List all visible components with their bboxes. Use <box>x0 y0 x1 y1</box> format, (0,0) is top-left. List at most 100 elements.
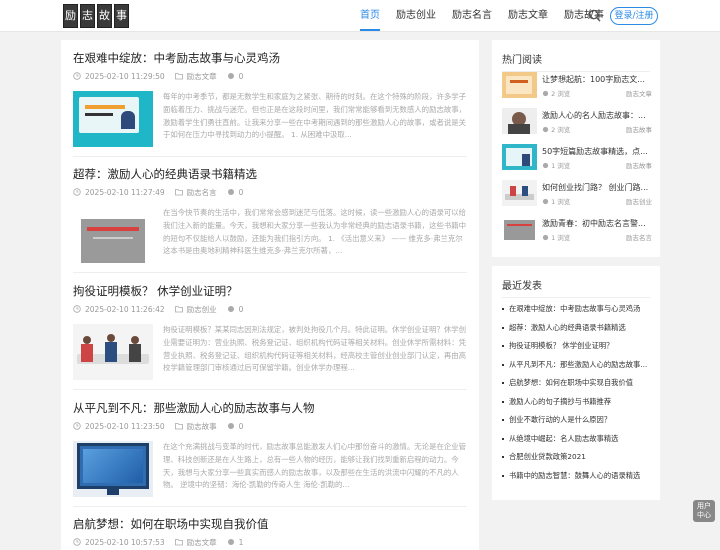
login-register-button[interactable]: 登录/注册 <box>610 7 658 25</box>
hot-item[interactable]: 50字短篇励志故事精选，点... 1 浏览 励志故事 <box>502 144 652 172</box>
article-title[interactable]: 启航梦想：如何在职场中实现自我价值 <box>73 516 467 532</box>
article-item: 超荐：激励人心的经典语录书籍精选 2025-02-10 11:27:49 励志名… <box>73 166 467 271</box>
hot-item[interactable]: 激励人心的名人励志故事：... 2 浏览 励志故事 <box>502 108 652 136</box>
article-meta: 2025-02-10 11:29:50 励志文章 0 <box>73 71 467 81</box>
divider <box>73 156 467 157</box>
logo-char: 故 <box>97 4 112 28</box>
article-excerpt: 在这个充满挑战与变革的时代，励志故事总能激发人们心中那份奋斗的激情。无论是在企业… <box>163 442 467 490</box>
folder-icon <box>174 189 183 196</box>
hot-item-title[interactable]: 激励人心的名人励志故事：... <box>542 110 654 121</box>
article-title[interactable]: 超荐：激励人心的经典语录书籍精选 <box>73 166 467 182</box>
recent-post-link[interactable]: 合肥创业贷款政策2021 <box>502 448 652 467</box>
comment-icon <box>542 90 549 96</box>
article-title[interactable]: 从平凡到不凡：那些激励人心的励志故事与人物 <box>73 400 467 416</box>
article-item: 拘役证明模板？ 休学创业证明？ 2025-02-10 11:26:42 励志创业… <box>73 283 467 388</box>
comment-icon <box>227 539 234 545</box>
logo-char: 志 <box>80 4 95 28</box>
logo-char: 励 <box>63 4 78 28</box>
recent-posts-panel: 最近发表 在艰难中绽放：中考励志故事与心灵鸡汤 超荐：激励人心的经典语录书籍精选… <box>492 266 660 500</box>
hot-item-category[interactable]: 励志文章 <box>626 88 652 98</box>
clock-icon <box>73 188 81 196</box>
recent-post-link[interactable]: 启航梦想：如何在职场中实现自我价值 <box>502 374 652 393</box>
clock-icon <box>73 72 81 80</box>
article-comments[interactable]: 0 <box>227 188 243 197</box>
article-meta: 2025-02-10 11:23:50 励志故事 0 <box>73 421 467 431</box>
hot-item[interactable]: 激励青春：初中励志名言警... 1 浏览 励志名言 <box>502 216 652 244</box>
hot-item-title[interactable]: 让梦想起航：100字励志文... <box>542 74 654 85</box>
hot-item-category[interactable]: 励志故事 <box>626 160 652 170</box>
nav-home[interactable]: 首页 <box>360 0 380 31</box>
recent-post-link[interactable]: 从绝境中崛起：名人励志故事精选 <box>502 430 652 449</box>
article-comments[interactable]: 0 <box>227 305 243 314</box>
nav-quotes[interactable]: 励志名言 <box>452 0 492 31</box>
article-category[interactable]: 励志故事 <box>174 421 217 432</box>
article-comments[interactable]: 1 <box>227 538 243 547</box>
folder-icon <box>174 306 183 313</box>
hot-item-category[interactable]: 励志创业 <box>626 196 652 206</box>
hot-thumbnail[interactable] <box>502 180 537 206</box>
comment-icon <box>227 189 234 195</box>
article-list: 在艰难中绽放：中考励志故事与心灵鸡汤 2025-02-10 11:29:50 励… <box>61 40 479 550</box>
recent-posts-list: 在艰难中绽放：中考励志故事与心灵鸡汤 超荐：激励人心的经典语录书籍精选 拘役证明… <box>502 300 652 485</box>
hot-thumbnail[interactable] <box>502 72 537 98</box>
recent-posts-title: 最近发表 <box>502 281 542 292</box>
hot-item-title[interactable]: 如何创业找门路？ 创业门路... <box>542 182 654 193</box>
hot-thumbnail[interactable] <box>502 144 537 170</box>
folder-icon <box>174 423 183 430</box>
folder-icon <box>174 73 183 80</box>
divider <box>502 297 650 298</box>
recent-post-link[interactable]: 从平凡到不凡：那些激励人心的励志故事... <box>502 356 652 375</box>
article-date: 2025-02-10 11:27:49 <box>73 188 165 197</box>
divider <box>73 506 467 507</box>
divider <box>73 272 467 273</box>
recent-post-link[interactable]: 在艰难中绽放：中考励志故事与心灵鸡汤 <box>502 300 652 319</box>
article-title[interactable]: 拘役证明模板？ 休学创业证明？ <box>73 283 467 299</box>
hot-thumbnail[interactable] <box>502 216 537 242</box>
logo-char: 事 <box>114 4 129 28</box>
article-category[interactable]: 励志文章 <box>174 71 217 82</box>
clock-icon <box>73 422 81 430</box>
hot-item-title[interactable]: 激励青春：初中励志名言警... <box>542 218 654 229</box>
main-nav: 首页 励志创业 励志名言 励志文章 励志故事 <box>360 0 620 31</box>
hot-item[interactable]: 让梦想起航：100字励志文... 2 浏览 励志文章 <box>502 72 652 100</box>
article-comments[interactable]: 0 <box>227 72 243 81</box>
hot-item-category[interactable]: 励志故事 <box>626 124 652 134</box>
recent-post-link[interactable]: 拘役证明模板？ 休学创业证明？ <box>502 337 652 356</box>
article-category[interactable]: 励志名言 <box>174 187 217 198</box>
article-title[interactable]: 在艰难中绽放：中考励志故事与心灵鸡汤 <box>73 50 467 66</box>
comment-icon <box>542 162 549 168</box>
hot-reading-panel: 热门阅读 让梦想起航：100字励志文... 2 浏览 励志文章 激励人心的名人励… <box>492 40 660 257</box>
clock-icon <box>73 305 81 313</box>
article-category[interactable]: 励志创业 <box>174 304 217 315</box>
article-meta: 2025-02-10 10:57:53 励志文章 1 <box>73 537 467 547</box>
folder-icon <box>174 539 183 546</box>
article-thumbnail[interactable] <box>73 441 153 497</box>
article-item: 启航梦想：如何在职场中实现自我价值 2025-02-10 10:57:53 励志… <box>73 516 467 547</box>
article-thumbnail[interactable] <box>73 91 153 147</box>
article-item: 从平凡到不凡：那些激励人心的励志故事与人物 2025-02-10 11:23:5… <box>73 400 467 505</box>
article-thumbnail[interactable] <box>73 324 153 380</box>
article-date: 2025-02-10 11:23:50 <box>73 422 165 431</box>
nav-articles[interactable]: 励志文章 <box>508 0 548 31</box>
comment-icon <box>227 306 234 312</box>
article-excerpt: 拘役证明模板？某某同志因刑法规定，被判处拘役几个月。特此证明。休学创业证明？休学… <box>163 325 467 373</box>
article-comments[interactable]: 0 <box>227 422 243 431</box>
search-icon[interactable] <box>588 9 601 22</box>
article-excerpt: 每年的中考季节，都是无数学生和家庭为之紧张、期待的时刻。在这个特殊的阶段，许多学… <box>163 92 467 140</box>
recent-post-link[interactable]: 创业不敢行动的人是什么原因？ <box>502 411 652 430</box>
recent-post-link[interactable]: 超荐：激励人心的经典语录书籍精选 <box>502 319 652 338</box>
site-header: 励 志 故 事 首页 励志创业 励志名言 励志文章 励志故事 登录/注册 <box>0 0 720 32</box>
user-center-button[interactable]: 用户 中心 <box>693 500 715 522</box>
comment-icon <box>542 126 549 132</box>
article-category[interactable]: 励志文章 <box>174 537 217 548</box>
article-date: 2025-02-10 11:26:42 <box>73 305 165 314</box>
hot-item-title[interactable]: 50字短篇励志故事精选，点... <box>542 146 654 157</box>
hot-item-category[interactable]: 励志名言 <box>626 232 652 242</box>
nav-startup[interactable]: 励志创业 <box>396 0 436 31</box>
recent-post-link[interactable]: 书籍中的励志智慧：鼓舞人心的语录精选 <box>502 467 652 486</box>
hot-item[interactable]: 如何创业找门路？ 创业门路... 1 浏览 励志创业 <box>502 180 652 208</box>
hot-thumbnail[interactable] <box>502 108 537 134</box>
site-logo[interactable]: 励 志 故 事 <box>63 4 129 28</box>
recent-post-link[interactable]: 激励人心的句子摘抄与书籍推荐 <box>502 393 652 412</box>
article-thumbnail[interactable] <box>73 207 153 263</box>
